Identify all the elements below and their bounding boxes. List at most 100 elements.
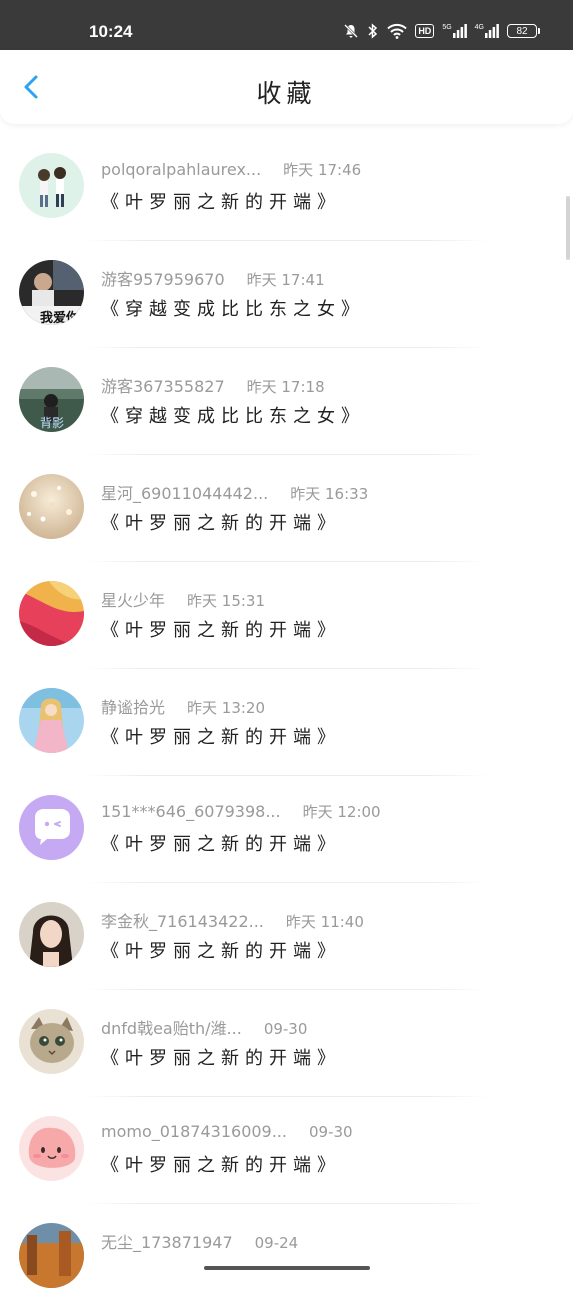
item-time: 昨天 12:00: [302, 803, 381, 821]
item-meta: dnfd戟ea贻th/潍... 09-30: [101, 1015, 307, 1039]
list-item[interactable]: dnfd戟ea贻th/潍... 09-30 《叶罗丽之新的开端》: [0, 989, 573, 1096]
couple-illustration-image: [19, 153, 84, 218]
user-name: 星河_69011044442...: [101, 484, 269, 503]
list-item[interactable]: 静谧拾光 昨天 13:20 《叶罗丽之新的开端》: [0, 668, 573, 775]
user-name: polqoralpahlaurex...: [101, 160, 262, 179]
list-item[interactable]: 星河_69011044442... 昨天 16:33 《叶罗丽之新的开端》: [0, 454, 573, 561]
item-meta: 无尘_173871947 09-24: [101, 1229, 298, 1253]
item-time: 昨天 17:46: [283, 161, 362, 179]
user-name: 151***646_6079398...: [101, 802, 281, 821]
book-title: 《穿越变成比比东之女》: [101, 406, 365, 427]
scrollbar[interactable]: [566, 196, 570, 260]
favorites-list: polqoralpahlaurex... 昨天 17:46 《叶罗丽之新的开端》 …: [0, 133, 573, 1310]
item-time: 昨天 17:41: [246, 271, 325, 289]
book-title: 《叶罗丽之新的开端》: [101, 513, 341, 534]
item-meta: 静谧拾光 昨天 13:20: [101, 694, 265, 718]
item-time: 昨天 16:33: [290, 485, 369, 503]
autumn-image: [19, 1223, 84, 1288]
signal-4g-icon: 4G: [475, 24, 499, 38]
signal-5g-icon: 5G: [442, 24, 467, 38]
divider: [84, 989, 489, 990]
avatar[interactable]: 我爱你: [19, 260, 84, 325]
avatar[interactable]: [19, 1223, 84, 1288]
user-name: 游客957959670: [101, 270, 225, 289]
book-title: 《叶罗丽之新的开端》: [101, 834, 341, 855]
item-time: 09-30: [263, 1020, 308, 1038]
avatar[interactable]: [19, 581, 84, 646]
list-item[interactable]: 无尘_173871947 09-24: [0, 1203, 573, 1310]
divider: [84, 240, 489, 241]
avatar[interactable]: [19, 688, 84, 753]
battery-indicator: 82: [507, 24, 540, 38]
divider: [84, 668, 489, 669]
pink-blob-image: [19, 1116, 84, 1181]
list-item[interactable]: 李金秋_716143422... 昨天 11:40 《叶罗丽之新的开端》: [0, 882, 573, 989]
user-name: 游客367355827: [101, 377, 225, 396]
avatar-text: 我爱你: [40, 310, 79, 325]
book-title: 《叶罗丽之新的开端》: [101, 192, 341, 213]
avatar[interactable]: [19, 153, 84, 218]
item-meta: momo_01874316009... 09-30: [101, 1122, 353, 1141]
item-meta: polqoralpahlaurex... 昨天 17:46: [101, 159, 361, 180]
list-item[interactable]: polqoralpahlaurex... 昨天 17:46 《叶罗丽之新的开端》: [0, 133, 573, 240]
list-item[interactable]: momo_01874316009... 09-30 《叶罗丽之新的开端》: [0, 1096, 573, 1203]
user-name: 无尘_173871947: [101, 1233, 233, 1252]
item-meta: 游客957959670 昨天 17:41: [101, 266, 325, 290]
status-time: 10:24: [89, 22, 133, 41]
avatar[interactable]: [19, 1009, 84, 1074]
divider: [84, 882, 489, 883]
divider: [84, 1096, 489, 1097]
book-title: 《叶罗丽之新的开端》: [101, 1155, 341, 1176]
item-meta: 李金秋_716143422... 昨天 11:40: [101, 908, 364, 932]
user-name: 李金秋_716143422...: [101, 912, 264, 931]
nav-bar: 收藏: [0, 50, 573, 124]
kitten-image: [19, 1009, 84, 1074]
avatar[interactable]: [19, 902, 84, 967]
divider: [84, 1203, 489, 1204]
divider: [84, 775, 489, 776]
item-time: 09-24: [254, 1234, 299, 1252]
photo-image: 背影: [19, 367, 84, 432]
list-item[interactable]: 星火少年 昨天 15:31 《叶罗丽之新的开端》: [0, 561, 573, 668]
book-title: 《叶罗丽之新的开端》: [101, 1048, 341, 1069]
item-meta: 星火少年 昨天 15:31: [101, 587, 265, 611]
item-meta: 151***646_6079398... 昨天 12:00: [101, 801, 381, 822]
avatar[interactable]: [19, 795, 84, 860]
user-name: 静谧拾光: [101, 698, 166, 717]
signal-5g-label: 5G: [442, 24, 452, 31]
signal-4g-label: 4G: [474, 24, 484, 31]
list-item[interactable]: 151***646_6079398... 昨天 12:00 《叶罗丽之新的开端》: [0, 775, 573, 882]
avatar[interactable]: [19, 1116, 84, 1181]
status-bar: 10:24 HD 5G 4G 82: [0, 0, 573, 50]
photo-image: 我爱你: [19, 260, 84, 325]
bluetooth-icon: [368, 23, 378, 39]
item-time: 昨天 11:40: [285, 913, 364, 931]
book-title: 《叶罗丽之新的开端》: [101, 941, 341, 962]
divider: [84, 454, 489, 455]
item-time: 昨天 13:20: [187, 699, 266, 717]
item-time: 09-30: [308, 1123, 353, 1141]
wifi-icon: [387, 23, 408, 39]
chat-bubble-icon: [19, 795, 84, 860]
item-time: 昨天 17:18: [246, 378, 325, 396]
item-time: 昨天 15:31: [187, 592, 266, 610]
anime-girl-image: [19, 688, 84, 753]
list-item[interactable]: 我爱你 游客957959670 昨天 17:41 《穿越变成比比东之女》: [0, 240, 573, 347]
glitter-image: [19, 474, 84, 539]
mute-bell-icon: [344, 24, 359, 38]
page-title: 收藏: [256, 79, 317, 108]
status-icons: HD 5G 4G 82: [343, 23, 540, 39]
item-meta: 星河_69011044442... 昨天 16:33: [101, 480, 368, 504]
user-name: momo_01874316009...: [101, 1122, 287, 1141]
book-title: 《穿越变成比比东之女》: [101, 299, 365, 320]
avatar[interactable]: 背影: [19, 367, 84, 432]
divider: [84, 347, 489, 348]
list-item[interactable]: 背影 游客367355827 昨天 17:18 《穿越变成比比东之女》: [0, 347, 573, 454]
avatar[interactable]: [19, 474, 84, 539]
flower-image: [19, 581, 84, 646]
avatar-text: 背影: [40, 416, 64, 430]
item-meta: 游客367355827 昨天 17:18: [101, 373, 325, 397]
book-title: 《叶罗丽之新的开端》: [101, 620, 341, 641]
home-indicator[interactable]: [204, 1266, 370, 1270]
user-name: 星火少年: [101, 591, 166, 610]
